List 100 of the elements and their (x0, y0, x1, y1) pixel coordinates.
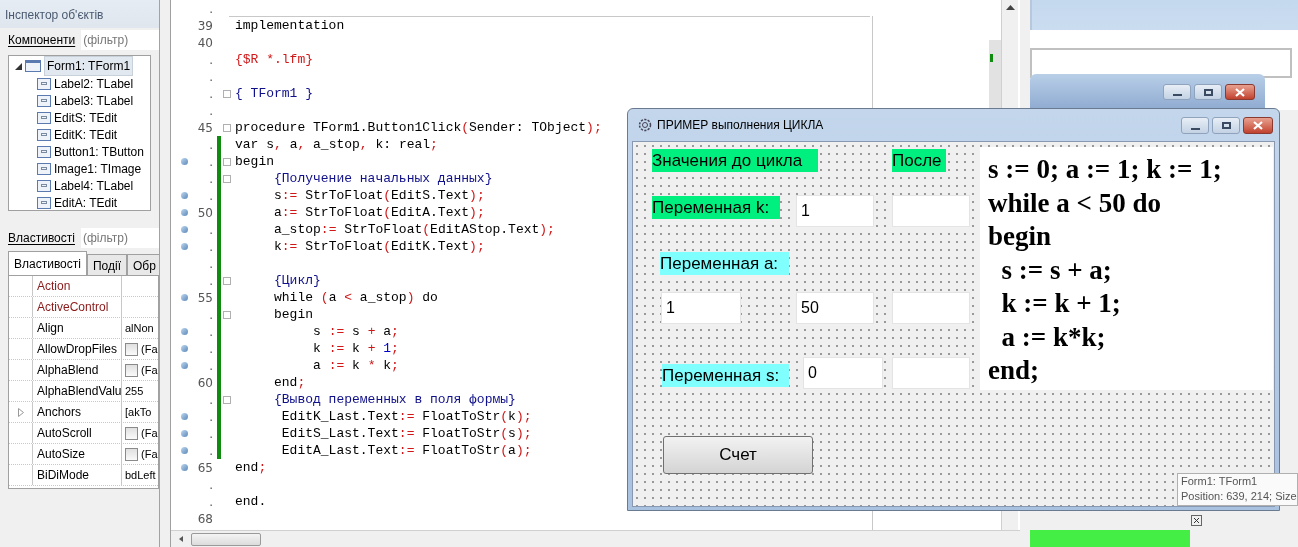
tree-item[interactable]: EditK: TEdit (54, 125, 118, 144)
property-name: Anchors (37, 404, 82, 421)
property-name: BiDiMode (37, 467, 90, 484)
edit-field[interactable] (892, 292, 970, 324)
checkbox[interactable] (125, 426, 138, 440)
form-label: Переменная а: (660, 252, 789, 275)
line-number: 39 (197, 19, 213, 32)
tree-item[interactable]: Image1: TImage (54, 159, 142, 178)
edit-field[interactable] (892, 195, 970, 227)
line-number: . (208, 444, 213, 457)
image-text-line: a := k*k; (1000, 320, 1106, 354)
fold-icon[interactable] (223, 157, 231, 166)
component-icon (37, 162, 51, 175)
image-text-line: s := s + a; (1000, 253, 1112, 287)
line-number: . (208, 189, 213, 202)
property-value: (Fa (141, 446, 158, 462)
change-marker (990, 54, 993, 62)
code-line: k:= StrToFloat(EditK.Text); (273, 240, 485, 253)
property-name: AutoScroll (37, 425, 92, 442)
property-value: (Fa (141, 362, 158, 378)
property-name: Action (37, 278, 71, 295)
line-number: 45 (197, 121, 213, 134)
checkbox[interactable] (125, 342, 138, 356)
image-text-line: s := 0; a := 1; k := 1; (988, 153, 1222, 186)
calculate-button[interactable]: Счет (663, 436, 813, 474)
tab[interactable]: Події (86, 254, 127, 275)
code-line: begin (235, 155, 274, 168)
expand-arrow-icon[interactable] (17, 407, 24, 417)
edit-field[interactable]: 1 (661, 292, 741, 324)
property-name: AllowDropFiles (37, 341, 118, 358)
code-line: {Вывод переменных в поля формы} (273, 393, 516, 406)
line-number: . (208, 257, 213, 270)
tree-item[interactable]: Form1: TForm1 (44, 56, 134, 76)
fold-icon[interactable] (223, 123, 231, 132)
fold-icon[interactable] (223, 395, 231, 404)
component-icon (37, 111, 51, 124)
code-line: end; (235, 461, 267, 474)
close-icon[interactable] (1225, 84, 1255, 100)
minimize-icon[interactable] (1181, 116, 1209, 134)
form-label: Переменная k: (652, 196, 780, 219)
property-value: alNon (125, 320, 154, 336)
maximize-icon[interactable] (1212, 116, 1240, 134)
code-line: implementation (235, 19, 345, 32)
tab[interactable]: Обр (127, 254, 159, 275)
filter-field[interactable]: (фільтр) (81, 30, 159, 50)
close-icon[interactable] (1243, 116, 1273, 134)
line-number: 55 (197, 291, 213, 304)
close-icon[interactable] (1191, 515, 1202, 526)
scroll-up-icon[interactable] (1005, 4, 1015, 10)
tree-item[interactable]: Button1: TButton (54, 142, 144, 161)
tree-item[interactable]: EditS: TEdit (54, 108, 118, 127)
maximize-icon[interactable] (1194, 84, 1222, 100)
checkbox[interactable] (125, 363, 138, 377)
code-line: {Цикл} (273, 274, 321, 287)
line-number: 65 (197, 461, 213, 474)
hint-text: Position: 639, 214; Size (1181, 489, 1297, 504)
minimize-icon[interactable] (1163, 84, 1191, 100)
code-line: k := k + 1; (312, 342, 399, 355)
filter-field[interactable]: (фільтр) (80, 228, 159, 248)
tree-item[interactable]: Label3: TLabel (54, 91, 134, 110)
property-name: AlphaBlend (37, 362, 99, 379)
property-value: 255 (125, 383, 144, 399)
code-line: s:= StrToFloat(EditS.Text); (273, 189, 485, 202)
edit-field[interactable]: 1 (796, 195, 874, 227)
line-number: . (208, 138, 213, 151)
tree-item[interactable]: Label2: TLabel (54, 74, 134, 93)
line-number: 40 (197, 36, 213, 49)
form-label: После (892, 149, 946, 172)
line-number: . (208, 87, 213, 100)
line-number: . (208, 308, 213, 321)
property-name: Align (37, 320, 64, 337)
image-text-line: while a < 50 do (988, 186, 1161, 220)
checkbox[interactable] (125, 447, 138, 461)
fold-icon[interactable] (223, 310, 231, 319)
property-value: bdLeft (125, 467, 156, 483)
code-line: var s, a, a_stop, k: real; (235, 138, 438, 151)
fold-icon[interactable] (223, 174, 231, 183)
tree-item[interactable]: EditA: TEdit (54, 193, 118, 210)
line-number: 68 (197, 512, 213, 525)
tree-item[interactable]: Label4: TLabel (54, 176, 134, 195)
edit-field[interactable] (892, 357, 970, 389)
line-number: . (208, 53, 213, 66)
expanded-arrow-icon[interactable] (15, 62, 22, 70)
line-number: . (208, 223, 213, 236)
code-line: a := k * k; (312, 359, 399, 372)
edit-field[interactable]: 50 (796, 292, 874, 324)
hint-text: Form1: TForm1 (1181, 474, 1258, 489)
code-line: {$R *.lfm} (235, 53, 313, 66)
code-line: a:= StrToFloat(EditA.Text); (273, 206, 485, 219)
fold-icon[interactable] (223, 276, 231, 285)
edit-field[interactable]: 0 (803, 357, 883, 389)
line-number: . (208, 155, 213, 168)
property-name: AutoSize (37, 446, 86, 463)
code-line: end. (235, 495, 267, 508)
fold-icon[interactable] (223, 89, 231, 98)
line-number: . (208, 2, 213, 15)
tab[interactable]: Властивості (8, 251, 87, 275)
form-icon (25, 60, 41, 72)
scroll-thumb[interactable] (191, 532, 261, 546)
code-line: end; (273, 376, 306, 389)
